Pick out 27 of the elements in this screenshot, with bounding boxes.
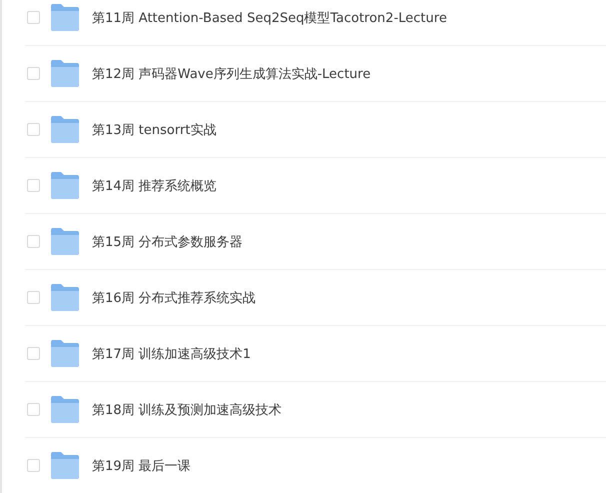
checkbox[interactable] xyxy=(27,67,40,80)
checkbox[interactable] xyxy=(27,11,40,24)
folder-name[interactable]: 第13周 tensorrt实战 xyxy=(92,120,216,138)
folder-name[interactable]: 第18周 训练及预测加速高级技术 xyxy=(92,400,282,418)
folder-icon xyxy=(50,396,80,423)
folder-name[interactable]: 第14周 推荐系统概览 xyxy=(92,176,217,194)
folder-icon xyxy=(50,172,80,199)
folder-icon xyxy=(50,4,80,31)
checkbox[interactable] xyxy=(27,459,40,472)
checkbox[interactable] xyxy=(27,403,40,416)
folder-name[interactable]: 第11周 Attention-Based Seq2Seq模型Tacotron2-Lecture xyxy=(92,8,447,26)
checkbox[interactable] xyxy=(27,291,40,304)
folder-name[interactable]: 第15周 分布式参数服务器 xyxy=(92,232,243,250)
folder-icon xyxy=(50,116,80,143)
folder-name[interactable]: 第19周 最后一课 xyxy=(92,456,191,474)
folder-icon xyxy=(50,452,80,479)
folder-icon xyxy=(50,60,80,87)
folder-name[interactable]: 第17周 训练加速高级技术1 xyxy=(92,344,251,362)
folder-name[interactable]: 第12周 声码器Wave序列生成算法实战-Lecture xyxy=(92,64,371,82)
checkbox[interactable] xyxy=(27,235,40,248)
checkbox[interactable] xyxy=(27,123,40,136)
checkbox[interactable] xyxy=(27,347,40,360)
folder-icon xyxy=(50,284,80,311)
folder-icon xyxy=(50,340,80,367)
folder-name[interactable]: 第16周 分布式推荐系统实战 xyxy=(92,288,256,306)
folder-icon xyxy=(50,228,80,255)
checkbox[interactable] xyxy=(27,179,40,192)
